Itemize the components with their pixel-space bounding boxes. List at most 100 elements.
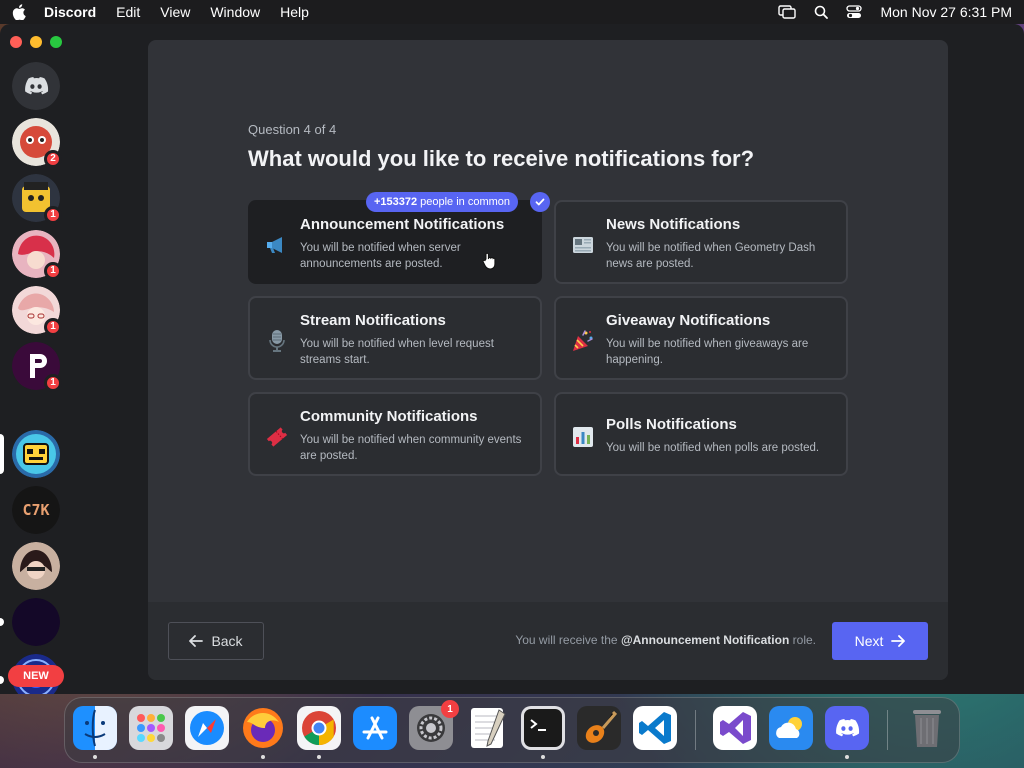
weather-icon: [769, 706, 813, 750]
common-count: +153372: [374, 196, 418, 208]
server-icon-geometry-dash[interactable]: [12, 430, 60, 478]
notification-badge: 1: [441, 700, 459, 718]
visual-studio-icon: [713, 706, 757, 750]
next-label: Next: [854, 633, 884, 649]
role-note: You will receive the @Announcement Notif…: [515, 633, 816, 647]
direct-messages-button[interactable]: [12, 62, 60, 110]
server-icon-5[interactable]: 1: [12, 342, 62, 392]
bar-chart-icon: [570, 424, 596, 450]
vscode-icon: [633, 706, 677, 750]
window-controls: [10, 36, 62, 48]
dock-firefox[interactable]: [241, 706, 285, 759]
dock-textedit[interactable]: [465, 706, 509, 750]
menu-help[interactable]: Help: [280, 4, 309, 20]
search-icon[interactable]: [814, 5, 829, 19]
close-window-button[interactable]: [10, 36, 22, 48]
server-avatar-geometry-dash: [12, 430, 60, 478]
trash-icon: [913, 710, 941, 747]
discord-window: 2 1 1 1 1 C7K NEW Question 4 of 4 What w…: [0, 24, 1024, 694]
back-label: Back: [211, 633, 243, 649]
option-title: Community Notifications: [300, 408, 478, 425]
zoom-window-button[interactable]: [50, 36, 62, 48]
role-note-prefix: You will receive the: [515, 633, 618, 647]
server-icon-1[interactable]: 2: [12, 118, 62, 168]
dock-visual-studio[interactable]: [713, 706, 757, 750]
role-name: @Announcement Notification: [620, 633, 790, 647]
option-title: Polls Notifications: [606, 416, 737, 433]
role-note-suffix: role.: [792, 633, 816, 647]
question-counter: Question 4 of 4: [248, 122, 337, 137]
minimize-window-button[interactable]: [30, 36, 42, 48]
server-icon-8[interactable]: [12, 542, 60, 590]
server-avatar-9: [12, 598, 60, 646]
dock-app-store[interactable]: [353, 706, 397, 750]
control-center-icon[interactable]: [846, 5, 863, 19]
unread-indicator: [0, 676, 4, 684]
menu-window[interactable]: Window: [210, 4, 260, 20]
menu-view[interactable]: View: [160, 4, 190, 20]
onboarding-body: Question 4 of 4 What would you like to r…: [148, 40, 948, 602]
option-title: News Notifications: [606, 216, 741, 233]
common-text: people in common: [420, 196, 511, 208]
option-title: Announcement Notifications: [300, 216, 505, 233]
option-community-notifications[interactable]: Community Notifications You will be noti…: [248, 392, 542, 476]
mention-badge: 1: [44, 374, 62, 392]
option-title: Giveaway Notifications: [606, 312, 771, 329]
mention-badge: 1: [44, 318, 62, 336]
mouse-cursor-icon: [482, 252, 496, 270]
option-description: You will be notified when Geometry Dash …: [606, 242, 816, 270]
option-news-notifications[interactable]: News Notifications You will be notified …: [554, 200, 848, 284]
server-avatar-8: [12, 542, 60, 590]
next-button[interactable]: Next: [832, 622, 928, 660]
dock-finder[interactable]: [73, 706, 117, 759]
dock-safari[interactable]: [185, 706, 229, 750]
server-icon-4[interactable]: 1: [12, 286, 62, 336]
dock-weather[interactable]: [769, 706, 813, 750]
textedit-icon: [471, 708, 506, 748]
notification-options: +153372 people in common Announcement No…: [248, 192, 848, 476]
menu-clock[interactable]: Mon Nov 27 6:31 PM: [880, 4, 1012, 20]
server-icon-c7k[interactable]: C7K: [12, 486, 60, 534]
terminal-icon: [521, 706, 565, 750]
server-icon-9[interactable]: [12, 598, 60, 646]
app-store-icon: [353, 706, 397, 750]
dock-system-settings[interactable]: 1: [409, 700, 459, 750]
running-indicator: [317, 755, 321, 759]
unread-indicator: [0, 618, 4, 626]
option-announcement-notifications[interactable]: +153372 people in common Announcement No…: [248, 192, 550, 284]
mention-badge: 1: [44, 262, 62, 280]
option-description: You will be notified when level request …: [300, 338, 494, 366]
arrow-right-icon: [891, 635, 906, 647]
dock-garageband[interactable]: [577, 706, 621, 750]
running-indicator: [93, 755, 97, 759]
option-stream-notifications[interactable]: Stream Notifications You will be notifie…: [248, 296, 542, 380]
apple-icon[interactable]: [12, 4, 26, 20]
menu-edit[interactable]: Edit: [116, 4, 140, 20]
dock-vscode[interactable]: [633, 706, 677, 750]
server-icon-2[interactable]: 1: [12, 174, 62, 224]
menu-bar: Discord Edit View Window Help Mon Nov 27…: [0, 0, 1024, 24]
option-giveaway-notifications[interactable]: Giveaway Notifications You will be notif…: [554, 296, 848, 380]
people-in-common-badge: +153372 people in common: [366, 192, 519, 212]
back-button[interactable]: Back: [168, 622, 264, 660]
mention-badge: 1: [44, 206, 62, 224]
screen-mirroring-icon[interactable]: [778, 5, 797, 19]
dock-trash[interactable]: [905, 706, 949, 750]
arrow-left-icon: [189, 635, 204, 647]
firefox-icon: [243, 708, 283, 748]
finder-icon: [73, 706, 117, 750]
option-description: You will be notified when community even…: [300, 434, 522, 462]
dock-chrome[interactable]: [297, 706, 341, 759]
option-polls-notifications[interactable]: Polls Notifications You will be notified…: [554, 392, 848, 476]
dock-separator: [695, 710, 696, 750]
server-icon-3[interactable]: 1: [12, 230, 62, 280]
dock-launchpad[interactable]: [129, 706, 173, 750]
dock-discord[interactable]: [825, 706, 869, 759]
onboarding-footer: Back You will receive the @Announcement …: [148, 602, 948, 680]
dock-separator: [887, 710, 888, 750]
server-list: 2 1 1 1 1 C7K: [0, 58, 72, 694]
guitar-icon: [577, 706, 621, 750]
running-indicator: [845, 755, 849, 759]
dock-terminal[interactable]: [521, 706, 565, 759]
menu-app-name[interactable]: Discord: [44, 4, 96, 20]
